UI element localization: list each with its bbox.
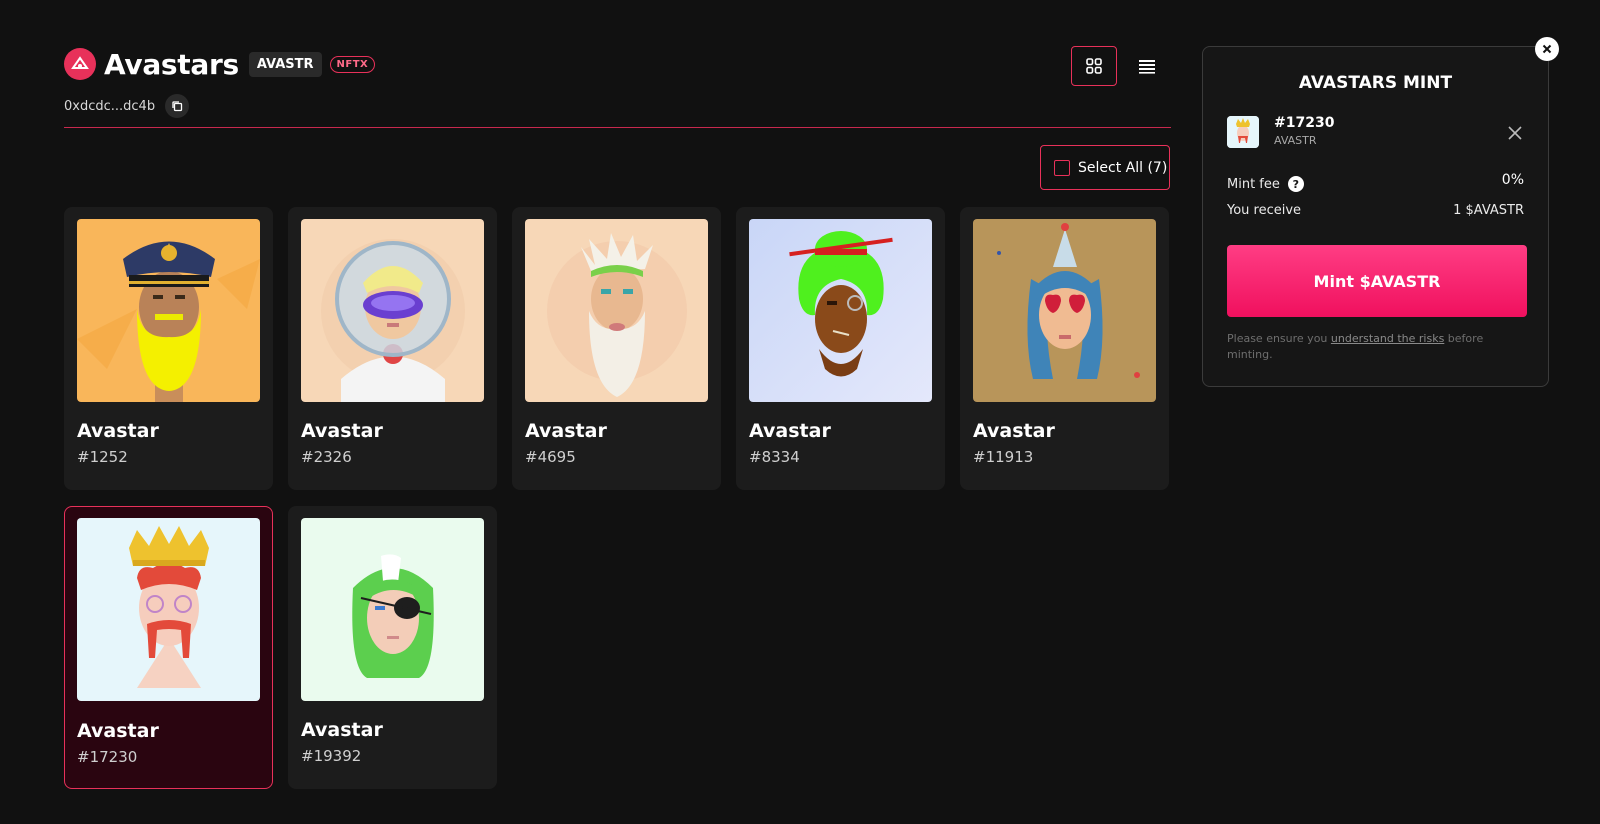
- card-name: Avastar: [525, 420, 607, 442]
- nft-card-selected[interactable]: Avastar #17230: [64, 506, 273, 789]
- card-number: #2326: [301, 448, 352, 466]
- card-number: #17230: [77, 748, 138, 766]
- avatar-image: [973, 219, 1156, 402]
- mint-panel: AVASTARS MINT #17230 AVASTR Mint fee ? 0…: [1202, 46, 1549, 387]
- mint-panel-title: AVASTARS MINT: [1298, 73, 1453, 93]
- selected-item-thumbnail: [1227, 116, 1259, 148]
- card-name: Avastar: [973, 420, 1055, 442]
- nft-card[interactable]: Avastar #1252: [64, 207, 273, 490]
- list-view-button[interactable]: [1127, 46, 1167, 86]
- avatar-image: [301, 219, 484, 402]
- card-number: #4695: [525, 448, 576, 466]
- card-name: Avastar: [77, 720, 159, 742]
- mint-button[interactable]: Mint $AVASTR: [1227, 245, 1527, 317]
- close-circle-icon: [1542, 44, 1552, 54]
- nft-card[interactable]: Avastar #4695: [512, 207, 721, 490]
- nft-card[interactable]: Avastar #8334: [736, 207, 945, 490]
- risk-disclaimer: Please ensure you understand the risks b…: [1227, 331, 1527, 363]
- avatar-image: [77, 518, 260, 701]
- card-number: #11913: [973, 448, 1034, 466]
- symbol-badge: AVASTR: [248, 51, 322, 77]
- receive-label: You receive: [1227, 203, 1302, 218]
- avastars-logo-icon: [64, 48, 96, 80]
- select-all-button[interactable]: Select All (7): [1040, 145, 1170, 190]
- disclaimer-prefix: Please ensure you: [1227, 332, 1331, 345]
- collection-title: Avastars: [104, 47, 239, 81]
- mint-fee-text: Mint fee: [1227, 176, 1280, 192]
- selected-item-id: #17230: [1274, 115, 1335, 131]
- card-number: #19392: [301, 747, 362, 765]
- copy-icon: [172, 101, 183, 112]
- nft-card[interactable]: Avastar #11913: [960, 207, 1169, 490]
- contract-address: 0xdcdc...dc4b: [64, 98, 156, 114]
- close-icon: [1508, 126, 1522, 140]
- card-name: Avastar: [749, 420, 831, 442]
- nft-card[interactable]: Avastar #19392: [288, 506, 497, 789]
- mint-fee-value: 0%: [1501, 172, 1524, 188]
- select-all-label: Select All (7): [1078, 159, 1168, 176]
- card-number: #1252: [77, 448, 128, 466]
- help-icon[interactable]: ?: [1287, 176, 1304, 192]
- close-panel-button[interactable]: [1535, 37, 1559, 61]
- copy-address-button[interactable]: [165, 94, 190, 118]
- receive-value: 1 $AVASTR: [1453, 203, 1524, 218]
- nftx-badge: NFTX: [329, 55, 376, 73]
- card-name: Avastar: [301, 719, 383, 741]
- header-divider: [64, 127, 1171, 128]
- selected-item-symbol: AVASTR: [1274, 134, 1317, 147]
- card-name: Avastar: [77, 420, 159, 442]
- collection-header: Avastars AVASTR NFTX 0xdcdc...dc4b: [64, 44, 1171, 118]
- card-name: Avastar: [301, 420, 383, 442]
- avatar-image: [77, 219, 260, 402]
- understand-risks-link[interactable]: understand the risks: [1331, 332, 1444, 345]
- avatar-image: [749, 219, 932, 402]
- nft-card[interactable]: Avastar #2326: [288, 207, 497, 490]
- avatar-image: [301, 518, 484, 701]
- remove-item-button[interactable]: [1507, 125, 1523, 141]
- avatar-image: [525, 219, 708, 402]
- list-view-icon: [1139, 60, 1155, 74]
- grid-view-button[interactable]: [1071, 46, 1117, 86]
- grid-view-icon: [1086, 58, 1102, 74]
- card-number: #8334: [749, 448, 800, 466]
- mint-fee-label: Mint fee ?: [1227, 176, 1304, 192]
- checkbox-icon[interactable]: [1054, 159, 1070, 176]
